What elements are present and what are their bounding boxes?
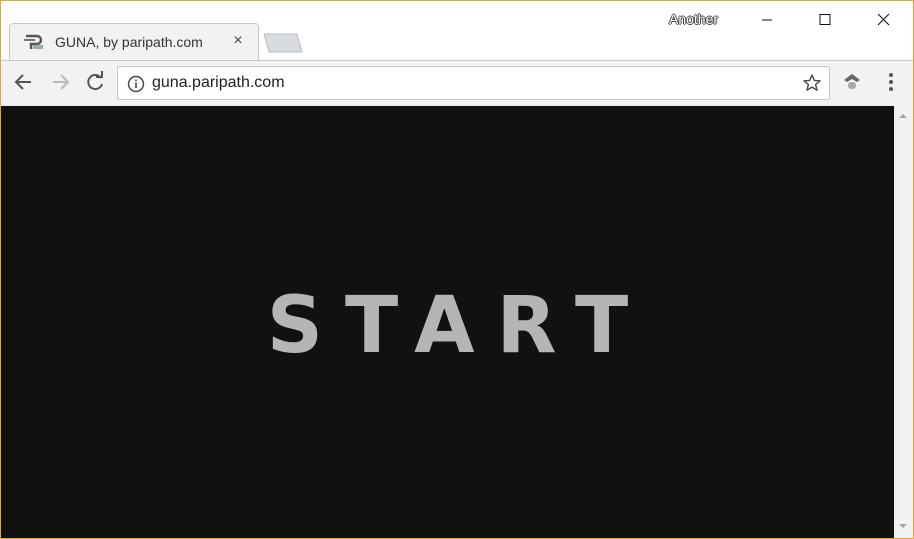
reload-icon[interactable] bbox=[82, 69, 108, 95]
title-bar: GUNA, by paripath.com × Another bbox=[1, 1, 913, 61]
browser-window: GUNA, by paripath.com × Another guna.par… bbox=[0, 0, 914, 539]
minimize-icon[interactable] bbox=[744, 7, 790, 33]
info-icon[interactable] bbox=[127, 75, 145, 93]
page-content: START bbox=[1, 106, 894, 538]
new-tab-button[interactable] bbox=[263, 33, 303, 53]
kebab-menu-icon[interactable] bbox=[882, 71, 900, 93]
start-button[interactable]: START bbox=[1, 287, 894, 365]
toolbar: guna.paripath.com bbox=[1, 60, 913, 106]
profile-name[interactable]: Another bbox=[669, 11, 718, 27]
extension-icon[interactable] bbox=[841, 71, 863, 93]
maximize-icon[interactable] bbox=[801, 7, 847, 33]
tab-title: GUNA, by paripath.com bbox=[55, 34, 203, 50]
tab-close-icon[interactable]: × bbox=[230, 32, 246, 50]
vertical-scrollbar[interactable] bbox=[894, 106, 913, 538]
scroll-up-icon[interactable] bbox=[898, 112, 908, 120]
url-text[interactable]: guna.paripath.com bbox=[152, 74, 285, 92]
scroll-down-icon[interactable] bbox=[898, 522, 908, 530]
forward-arrow-icon[interactable] bbox=[47, 69, 73, 95]
back-arrow-icon[interactable] bbox=[11, 69, 37, 95]
address-bar[interactable]: guna.paripath.com bbox=[117, 66, 830, 100]
star-icon[interactable] bbox=[802, 73, 822, 93]
paripath-logo-icon bbox=[24, 34, 43, 49]
close-window-icon[interactable] bbox=[859, 7, 905, 33]
